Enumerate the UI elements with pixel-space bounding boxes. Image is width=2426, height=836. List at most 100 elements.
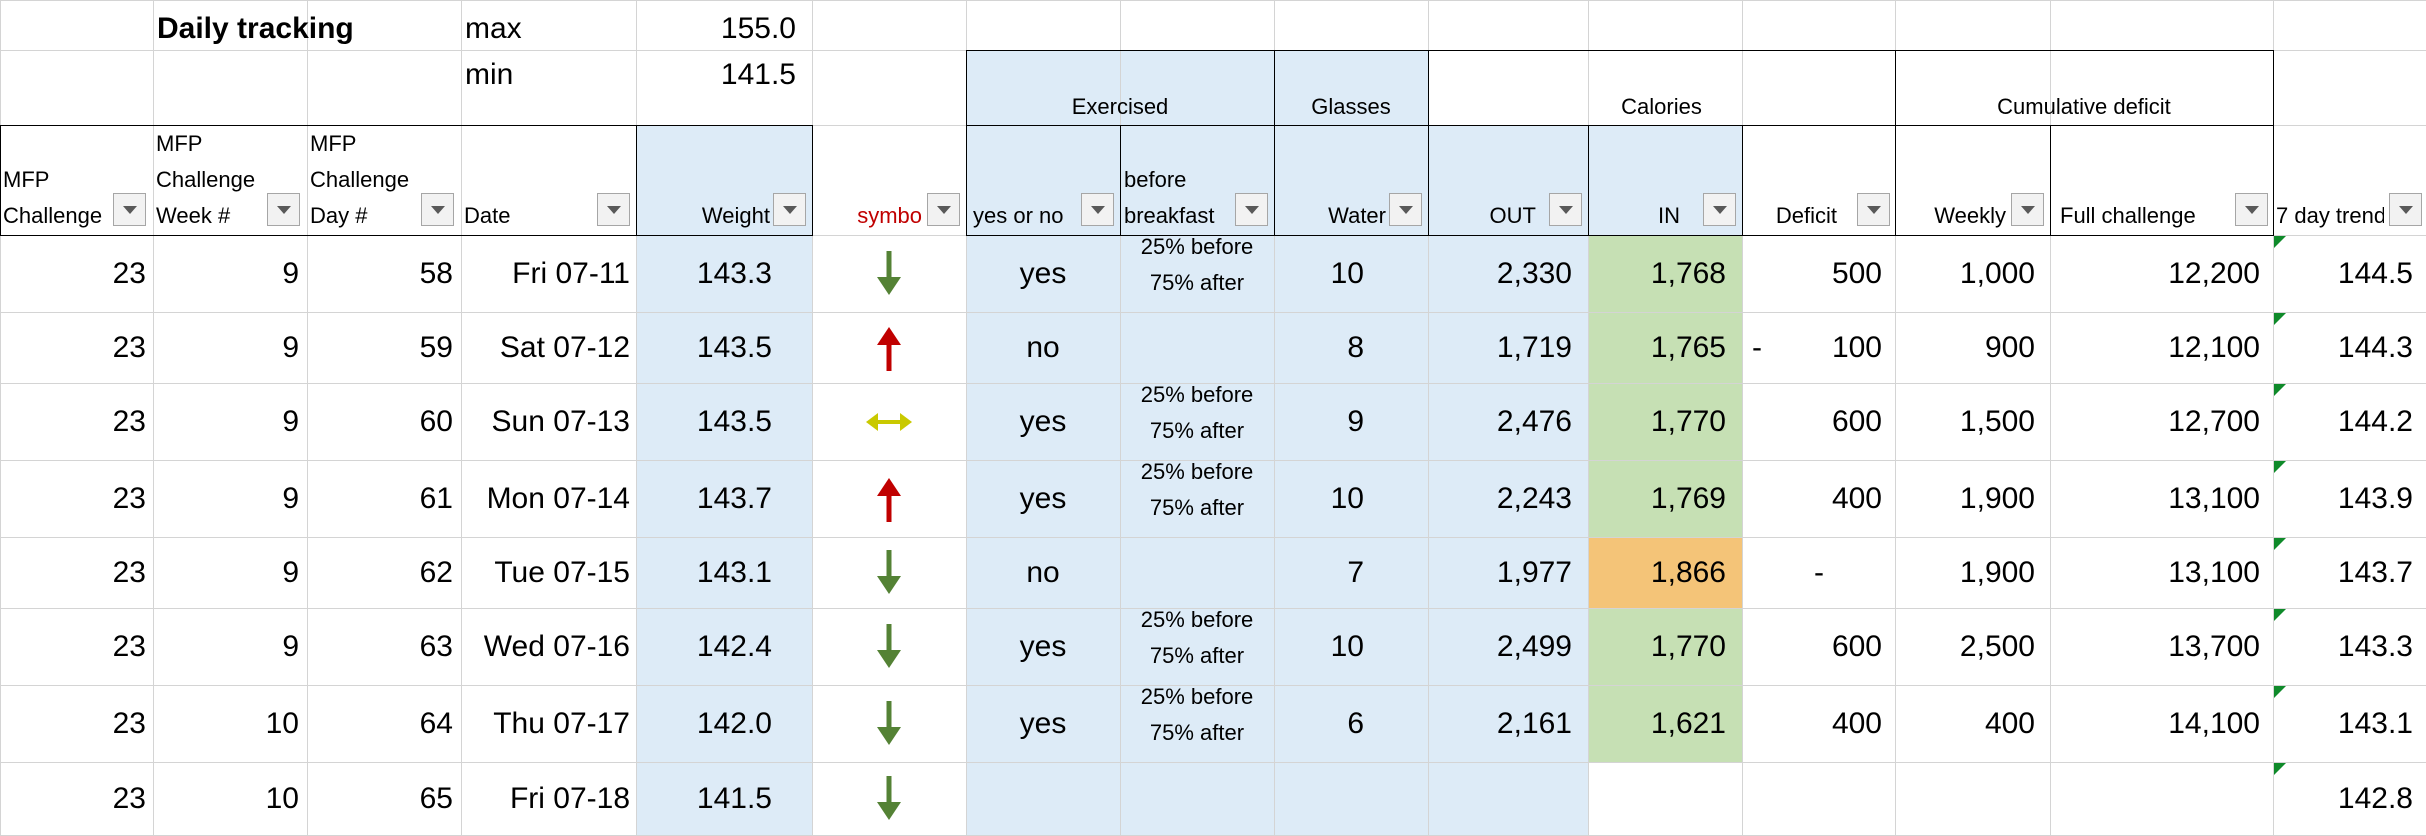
exercised-group-label: Exercised bbox=[1071, 94, 1169, 119]
exercise-note-line2: 75% after bbox=[1149, 495, 1245, 520]
day-cell: 62 bbox=[419, 555, 453, 589]
deficit-cell: 500 bbox=[1831, 256, 1882, 290]
col-date: Date bbox=[464, 203, 511, 228]
min-value: 141.5 bbox=[720, 58, 796, 91]
deficit-cell: 600 bbox=[1831, 629, 1882, 663]
down-arrow-icon bbox=[869, 249, 909, 299]
weight-cell: 142.0 bbox=[696, 706, 772, 740]
trend-filter-button[interactable] bbox=[2389, 193, 2422, 226]
in-cell: 1,768 bbox=[1650, 256, 1726, 290]
in-filter-button[interactable] bbox=[1703, 193, 1736, 226]
week-cell: 9 bbox=[282, 629, 299, 663]
day-cell: 61 bbox=[419, 481, 453, 515]
water-cell: 10 bbox=[1330, 481, 1364, 515]
out-cell: 2,499 bbox=[1496, 629, 1572, 663]
weekly-filter-button[interactable] bbox=[2011, 193, 2044, 226]
trend-cell: 144.2 bbox=[2337, 404, 2413, 438]
exercise-note-line1: 25% before bbox=[1140, 607, 1254, 632]
exercise-note-line1: 25% before bbox=[1140, 382, 1254, 407]
trend-cell: 143.7 bbox=[2337, 555, 2413, 589]
week-cell: 10 bbox=[265, 781, 299, 815]
weight-cell: 143.1 bbox=[696, 555, 772, 589]
exercised-cell: yes bbox=[1019, 404, 1067, 438]
up-arrow-icon bbox=[869, 323, 909, 373]
col-week-line1: MFP bbox=[156, 131, 203, 156]
col-yes-or-no: yes or no bbox=[973, 203, 1064, 228]
col-challenge-line2: Challenge bbox=[3, 203, 103, 228]
in-cell: 1,769 bbox=[1650, 481, 1726, 515]
weight-filter-button[interactable] bbox=[773, 193, 806, 226]
trend-cell: 143.3 bbox=[2337, 629, 2413, 663]
exercise-note-line1: 25% before bbox=[1140, 684, 1254, 709]
col-weekly: Weekly bbox=[1934, 203, 2006, 228]
weekly-cell: 1,900 bbox=[1959, 481, 2035, 515]
comment-indicator-icon bbox=[2274, 763, 2286, 775]
exercise-note-line1: 25% before bbox=[1140, 234, 1254, 259]
weekly-cell: 1,000 bbox=[1959, 256, 2035, 290]
grid-row-line bbox=[0, 0, 2426, 1]
weekly-cell: 1,900 bbox=[1959, 555, 2035, 589]
deficit-cell: - bbox=[1814, 555, 1824, 589]
date-filter-button[interactable] bbox=[597, 193, 630, 226]
col-deficit: Deficit bbox=[1775, 203, 1837, 228]
week-filter-button[interactable] bbox=[267, 193, 300, 226]
date-cell: Wed 07-16 bbox=[483, 629, 630, 663]
col-water: Water bbox=[1328, 203, 1386, 228]
in-cell: 1,770 bbox=[1650, 629, 1726, 663]
water-cell: 8 bbox=[1347, 330, 1364, 364]
full-challenge-cell: 12,100 bbox=[2168, 330, 2260, 364]
date-cell: Tue 07-15 bbox=[494, 555, 630, 589]
down-arrow-icon bbox=[869, 699, 909, 749]
spreadsheet-grid: Daily tracking max 155.0 min 141.5 Exerc… bbox=[0, 0, 2426, 836]
symbol-filter-button[interactable] bbox=[927, 193, 960, 226]
comment-indicator-icon bbox=[2274, 538, 2286, 550]
max-label: max bbox=[465, 12, 522, 45]
grid-row-line bbox=[0, 312, 2426, 313]
comment-indicator-icon bbox=[2274, 384, 2286, 396]
challenge-cell: 23 bbox=[112, 481, 146, 515]
weekly-cell: 900 bbox=[1984, 330, 2035, 364]
water-cell: 9 bbox=[1347, 404, 1364, 438]
full-challenge-cell: 13,700 bbox=[2168, 629, 2260, 663]
min-label: min bbox=[465, 58, 514, 91]
day-cell: 60 bbox=[419, 404, 453, 438]
exercised-cell: yes bbox=[1019, 256, 1067, 290]
water-filter-button[interactable] bbox=[1389, 193, 1422, 226]
date-cell: Sat 07-12 bbox=[499, 330, 630, 364]
trend-cell: 143.9 bbox=[2337, 481, 2413, 515]
weight-cell: 143.3 bbox=[696, 256, 772, 290]
deficit-cell: 400 bbox=[1831, 706, 1882, 740]
weekly-cell: 1,500 bbox=[1959, 404, 2035, 438]
day-filter-button[interactable] bbox=[421, 193, 454, 226]
water-cell: 10 bbox=[1330, 256, 1364, 290]
challenge-cell: 23 bbox=[112, 781, 146, 815]
full-challenge-filter-button[interactable] bbox=[2235, 193, 2268, 226]
col-week-line3: Week # bbox=[156, 203, 231, 228]
exercised-cell: no bbox=[1026, 555, 1060, 589]
exercised-cell: no bbox=[1026, 330, 1060, 364]
challenge-filter-button[interactable] bbox=[113, 193, 146, 226]
full-challenge-cell: 14,100 bbox=[2168, 706, 2260, 740]
col-weight: Weight bbox=[701, 203, 770, 228]
trend-cell: 144.5 bbox=[2337, 256, 2413, 290]
full-challenge-cell: 13,100 bbox=[2168, 555, 2260, 589]
col-in: IN bbox=[1658, 203, 1680, 228]
yes-or-no-filter-button[interactable] bbox=[1081, 193, 1114, 226]
weight-cell: 143.5 bbox=[696, 404, 772, 438]
exercise-note-line2: 75% after bbox=[1149, 418, 1245, 443]
before-breakfast-filter-button[interactable] bbox=[1235, 193, 1268, 226]
max-value: 155.0 bbox=[720, 12, 796, 45]
day-cell: 65 bbox=[419, 781, 453, 815]
col-day-line1: MFP bbox=[310, 131, 357, 156]
comment-indicator-icon bbox=[2274, 236, 2286, 248]
full-challenge-cell: 13,100 bbox=[2168, 481, 2260, 515]
cumulative-deficit-group-label: Cumulative deficit bbox=[1997, 94, 2171, 119]
deficit-filter-button[interactable] bbox=[1857, 193, 1890, 226]
up-arrow-icon bbox=[869, 474, 909, 524]
weight-cell: 143.7 bbox=[696, 481, 772, 515]
exercised-cell: yes bbox=[1019, 629, 1067, 663]
trend-cell: 144.3 bbox=[2337, 330, 2413, 364]
comment-indicator-icon bbox=[2274, 313, 2286, 325]
out-filter-button[interactable] bbox=[1549, 193, 1582, 226]
week-cell: 9 bbox=[282, 481, 299, 515]
